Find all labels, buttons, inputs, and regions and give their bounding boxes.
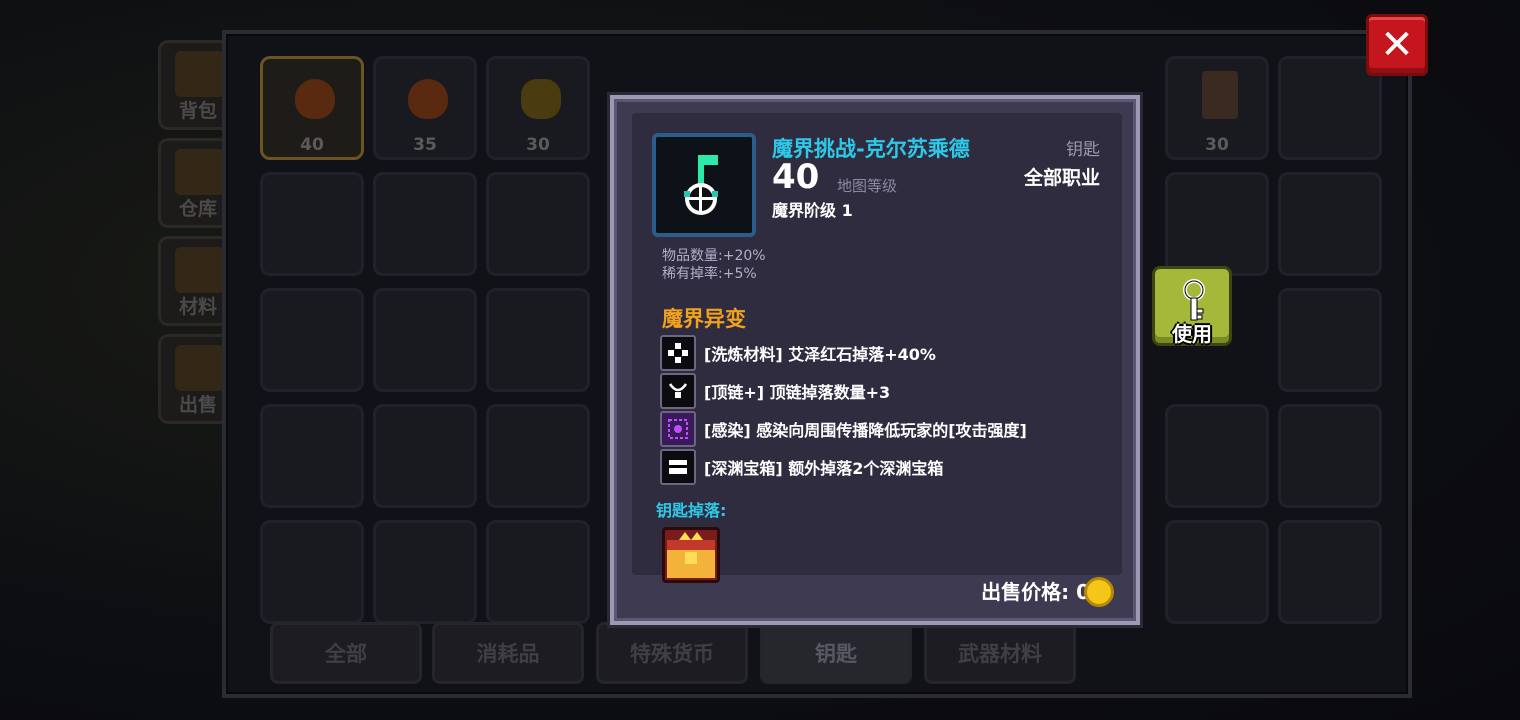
mod-text: [顶链+] 顶链掉落数量+3 (704, 383, 891, 402)
sidebar-tab-label: 仓库 (178, 198, 217, 220)
inventory-slot[interactable] (486, 404, 590, 508)
item-type: 钥匙 (1066, 140, 1100, 160)
warehouse-icon (175, 149, 225, 195)
sidebar-tab-label: 背包 (178, 100, 217, 122)
inventory-slot[interactable]: 40 (260, 56, 364, 160)
item-level-label: 地图等级 (837, 177, 898, 195)
item-count: 35 (413, 135, 437, 155)
sell-price: 出售价格: 0 (981, 580, 1090, 604)
item-portrait (652, 133, 756, 237)
chest-icon (660, 449, 696, 485)
inventory-slot[interactable] (1278, 520, 1382, 624)
item-class: 全部职业 (1023, 167, 1100, 189)
inventory-slot[interactable]: 35 (373, 56, 477, 160)
inventory-slot[interactable] (260, 404, 364, 508)
item-level: 40 (772, 157, 820, 197)
mod-row: [深渊宝箱] 额外掉落2个深渊宝箱 (660, 449, 943, 485)
inventory-slot[interactable] (373, 172, 477, 276)
category-tab-label: 钥匙 (815, 642, 857, 666)
sidebar-tab-label: 出售 (178, 394, 217, 416)
mods-title: 魔界异变 (662, 307, 746, 331)
category-tab-label: 特殊货币 (630, 642, 714, 666)
category-tab-label: 消耗品 (476, 642, 540, 666)
bee-key-icon (521, 79, 561, 119)
mod-text: [感染] 感染向周围传播降低玩家的[攻击强度] (704, 421, 1027, 440)
use-button[interactable]: 使用 (1152, 266, 1232, 346)
demon-heart-icon (408, 79, 448, 119)
close-button[interactable]: ✕ (1366, 14, 1428, 76)
inventory-slot[interactable] (486, 520, 590, 624)
materials-icon (175, 247, 225, 293)
inventory-slot[interactable] (1278, 172, 1382, 276)
category-tab-weapon-materials[interactable]: 武器材料 (924, 622, 1076, 684)
item-count: 30 (1205, 135, 1229, 155)
category-tab-keys[interactable]: 钥匙 (760, 622, 912, 684)
tooltip-body: 魔界挑战-克尔苏乘德 钥匙 40 地图等级 全部职业 魔界阶级 1 物品数量:+… (632, 113, 1122, 583)
flag-key-icon (684, 155, 718, 215)
inventory-slot[interactable] (486, 288, 590, 392)
mod-row: [顶链+] 顶链掉落数量+3 (660, 373, 890, 409)
inventory-slot[interactable] (486, 172, 590, 276)
stat-rare-drop: 稀有掉率:+5% (662, 266, 757, 282)
item-count: 30 (526, 135, 550, 155)
close-icon: ✕ (1380, 22, 1414, 68)
inventory-slot[interactable]: 30 (1165, 56, 1269, 160)
inventory-slot[interactable] (373, 288, 477, 392)
inventory-slot[interactable] (373, 404, 477, 508)
sidebar-tab-label: 材料 (178, 296, 217, 318)
stat-item-quantity: 物品数量:+20% (662, 248, 766, 264)
item-tier: 魔界阶级 1 (772, 201, 853, 220)
use-button-label: 使用 (1172, 322, 1212, 346)
virus-icon (660, 411, 696, 447)
category-tab-special-currency[interactable]: 特殊货币 (596, 622, 748, 684)
inventory-slot[interactable] (1165, 172, 1269, 276)
inventory-slot[interactable] (1278, 288, 1382, 392)
gear-icon (660, 335, 696, 371)
drops-title: 钥匙掉落: (656, 501, 727, 520)
item-tooltip: 魔界挑战-克尔苏乘德 钥匙 40 地图等级 全部职业 魔界阶级 1 物品数量:+… (610, 95, 1140, 625)
mod-text: [深渊宝箱] 额外掉落2个深渊宝箱 (704, 459, 944, 478)
inventory-slot[interactable]: 30 (486, 56, 590, 160)
backpack-icon (175, 51, 225, 97)
inventory-slot[interactable] (260, 520, 364, 624)
necklace-icon (660, 373, 696, 409)
treasure-chest-icon (662, 527, 720, 583)
totem-key-icon (1202, 71, 1238, 119)
mod-row: [感染] 感染向周围传播降低玩家的[攻击强度] (660, 411, 1027, 447)
inventory-slot[interactable] (260, 288, 364, 392)
inventory-slot[interactable] (1165, 520, 1269, 624)
coin-icon (1084, 577, 1114, 607)
category-tab-label: 全部 (325, 642, 367, 666)
inventory-slot[interactable] (373, 520, 477, 624)
mod-text: [洗炼材料] 艾泽红石掉落+40% (704, 345, 936, 364)
demon-heart-icon (295, 79, 335, 119)
category-tab-consumables[interactable]: 消耗品 (432, 622, 584, 684)
inventory-slot[interactable] (260, 172, 364, 276)
item-count: 40 (300, 135, 324, 155)
key-icon (1183, 279, 1205, 321)
category-tab-all[interactable]: 全部 (270, 622, 422, 684)
inventory-slot[interactable] (1165, 404, 1269, 508)
mod-row: [洗炼材料] 艾泽红石掉落+40% (660, 335, 936, 371)
coin-bag-icon (175, 345, 225, 391)
inventory-slot[interactable] (1278, 404, 1382, 508)
category-tab-label: 武器材料 (958, 642, 1042, 666)
